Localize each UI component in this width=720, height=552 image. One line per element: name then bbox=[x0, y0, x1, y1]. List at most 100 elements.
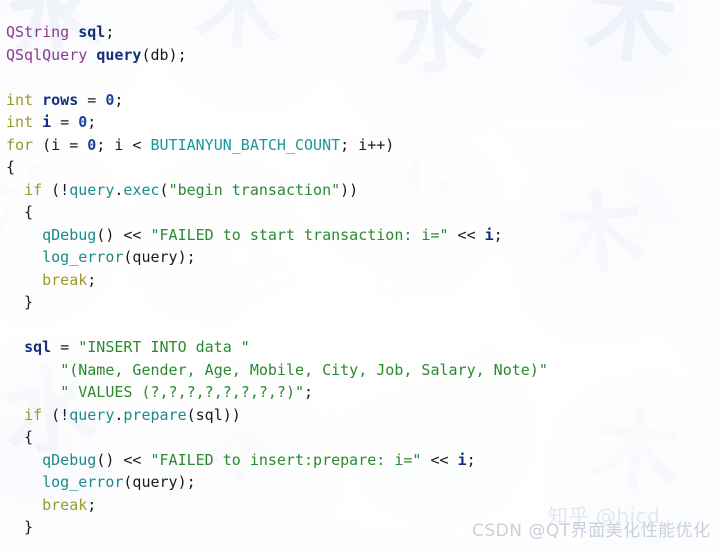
code-token: { bbox=[6, 428, 34, 446]
code-token: << bbox=[448, 225, 485, 244]
code-token: () << bbox=[96, 450, 151, 469]
code-token: 0 bbox=[78, 113, 88, 131]
code-token: "begin transaction" bbox=[168, 180, 341, 199]
code-token: (i = bbox=[33, 135, 88, 154]
code-token: int bbox=[6, 90, 34, 109]
code-line: log_error(query); bbox=[6, 471, 720, 494]
code-token: ; bbox=[87, 270, 97, 289]
code-token: (query); bbox=[123, 248, 196, 266]
code-line: " VALUES (?,?,?,?,?,?,?,?)"; bbox=[6, 381, 720, 404]
code-token: "FAILED to insert:prepare: i=" bbox=[150, 450, 422, 469]
code-token: log_error bbox=[42, 473, 124, 491]
code-token: int bbox=[6, 113, 34, 131]
code-token: qDebug bbox=[42, 225, 97, 244]
code-token: ; bbox=[466, 450, 476, 469]
code-token: log_error bbox=[42, 248, 124, 266]
code-token: ; bbox=[87, 495, 97, 514]
code-line: QSqlQuery query(db); bbox=[6, 44, 720, 67]
code-block: QString sql; QSqlQuery query(db); int row… bbox=[0, 15, 720, 539]
code-token: "(Name, Gender, Age, Mobile, City, Job, … bbox=[60, 360, 548, 379]
code-line: int i = 0; bbox=[6, 111, 720, 134]
code-line: qDebug() << "FAILED to start transaction… bbox=[6, 224, 720, 247]
code-token: if bbox=[24, 405, 43, 424]
code-token: query bbox=[96, 45, 142, 64]
code-token: QString bbox=[6, 23, 70, 41]
code-token: (db); bbox=[141, 45, 187, 64]
code-token: (sql)) bbox=[186, 405, 241, 424]
code-token: i bbox=[457, 450, 467, 469]
code-token: )) bbox=[340, 180, 359, 199]
code-token: exec bbox=[123, 180, 160, 199]
code-token: QSqlQuery bbox=[6, 45, 88, 64]
code-token: ; i < bbox=[96, 135, 151, 154]
code-line: } bbox=[6, 291, 720, 314]
code-token: ( bbox=[159, 180, 169, 199]
code-token: for bbox=[6, 135, 34, 154]
code-token: BUTIANYUN_BATCH_COUNT bbox=[150, 135, 341, 154]
code-line: int rows = 0; bbox=[6, 89, 720, 112]
code-token: if bbox=[24, 180, 43, 199]
code-line: break; bbox=[6, 269, 720, 292]
code-token: } bbox=[6, 293, 34, 311]
code-token: query bbox=[69, 180, 115, 199]
code-token: i bbox=[42, 113, 52, 131]
code-token: = bbox=[51, 113, 79, 131]
code-token: break bbox=[42, 495, 88, 514]
code-token: << bbox=[421, 450, 458, 469]
code-token: "FAILED to start transaction: i=" bbox=[150, 225, 449, 244]
code-token: (! bbox=[42, 405, 70, 424]
code-token: 0 bbox=[87, 135, 97, 154]
code-token: rows bbox=[42, 90, 79, 109]
code-token: { bbox=[6, 158, 16, 176]
code-token: i bbox=[484, 225, 494, 244]
code-line: if (!query.prepare(sql)) bbox=[6, 404, 720, 427]
code-token: ; bbox=[493, 225, 503, 244]
code-token: qDebug bbox=[42, 450, 97, 469]
code-token: = bbox=[78, 90, 106, 109]
code-line: log_error(query); bbox=[6, 246, 720, 269]
code-token: ; bbox=[114, 90, 124, 109]
code-token: () << bbox=[96, 225, 151, 244]
code-line: qDebug() << "FAILED to insert:prepare: i… bbox=[6, 449, 720, 472]
code-token: "INSERT INTO data " bbox=[78, 338, 250, 356]
code-line: sql = "INSERT INTO data " bbox=[6, 336, 720, 359]
code-token: sql bbox=[78, 23, 106, 41]
code-screenshot: 水 木 水 木 水 木 水 木 水 木 水 木 QString sql; QSql… bbox=[0, 0, 720, 552]
code-token: " VALUES (?,?,?,?,?,?,?,?)" bbox=[60, 383, 305, 401]
code-line: { bbox=[6, 156, 720, 179]
code-token: ; bbox=[87, 113, 97, 131]
code-token: = bbox=[51, 338, 79, 356]
code-token: ; bbox=[304, 383, 314, 401]
code-line: for (i = 0; i < BUTIANYUN_BATCH_COUNT; i… bbox=[6, 134, 720, 157]
code-line: if (!query.exec("begin transaction")) bbox=[6, 179, 720, 202]
code-token: (! bbox=[42, 180, 70, 199]
code-token: query bbox=[69, 405, 115, 424]
code-line: { bbox=[6, 201, 720, 224]
code-line: "(Name, Gender, Age, Mobile, City, Job, … bbox=[6, 359, 720, 382]
code-line: { bbox=[6, 426, 720, 449]
code-token: sql bbox=[24, 338, 52, 356]
code-token: ; bbox=[105, 23, 115, 41]
code-token: { bbox=[6, 203, 34, 221]
code-line: QString sql; bbox=[6, 21, 720, 44]
code-token: break bbox=[42, 270, 88, 289]
code-token: (query); bbox=[123, 473, 196, 491]
code-token: } bbox=[6, 518, 34, 536]
